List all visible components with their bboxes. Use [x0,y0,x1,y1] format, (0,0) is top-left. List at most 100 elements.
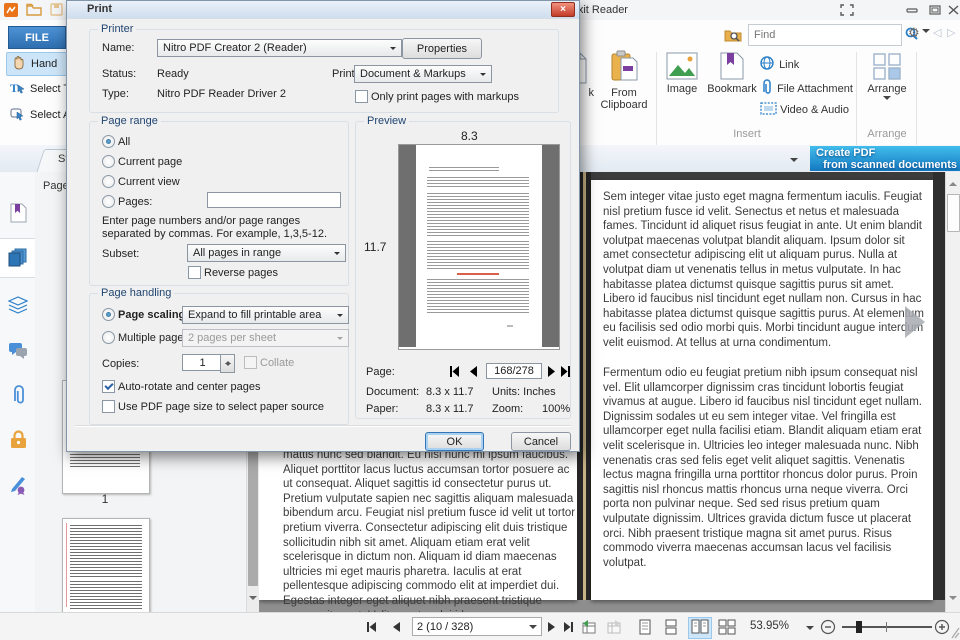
resize-grip[interactable] [951,627,960,640]
multiple-pages-radio[interactable] [102,331,115,344]
zoom-dropdown-caret[interactable] [806,626,814,634]
ribbon-item-from-clipboard[interactable]: From Clipboard [596,50,652,111]
zoom-percentage[interactable]: 53.95% [750,620,789,632]
next-page-button[interactable] [546,620,558,637]
gear-icon[interactable]: ⚙ [908,25,930,41]
forward-chevron-icon[interactable]: ▷ [947,26,955,39]
minimize-button[interactable] [905,4,919,19]
save-icon[interactable] [50,3,63,19]
back-chevron-icon[interactable]: ◁ [933,26,941,39]
single-page-view-button[interactable] [638,619,652,638]
page-thumbnail-2[interactable] [62,518,150,614]
open-file-icon[interactable] [26,3,42,19]
restore-button[interactable] [928,4,942,19]
hand-tool-label: Hand [31,58,57,70]
right-page-paragraph-2: Fermentum odio eu feugiat pretium nibh i… [603,366,925,570]
tab-list-dropdown[interactable] [790,158,798,166]
file-tab[interactable]: FILE [8,26,66,49]
ribbon-item-bookmark[interactable]: Bookmark [706,52,758,95]
scroll-up-icon[interactable] [949,178,957,186]
scroll-down-icon[interactable] [249,596,257,604]
preview-page-input[interactable] [486,363,542,379]
first-page-button[interactable] [364,620,378,637]
printer-group: Printer Name: Nitro PDF Creator 2 (Reade… [89,29,559,113]
comments-panel-icon[interactable] [7,340,29,362]
spine-edge [583,172,586,600]
pages-range-input[interactable] [207,192,341,208]
preview-zoom-label: Zoom: [492,403,523,415]
properties-button[interactable]: Properties [402,38,482,59]
print-dialog-title: Print [87,3,112,15]
ribbon-item-image[interactable]: Image [662,52,702,95]
print-dialog-titlebar[interactable]: Print × [67,1,579,19]
copies-input[interactable] [182,354,223,371]
app-logo-icon[interactable] [4,3,18,20]
bookmarks-panel-icon[interactable] [7,202,29,224]
autorotate-checkbox[interactable] [102,380,115,393]
document-scrollbar-thumb[interactable] [947,194,960,232]
pages-panel-icon[interactable] [7,246,29,268]
zoom-slider-thumb[interactable] [856,621,862,633]
ribbon-item-link[interactable]: Link [760,56,799,71]
only-markups-checkbox[interactable] [355,90,368,103]
paperclip-icon [760,79,774,95]
layers-panel-icon[interactable] [7,294,29,316]
right-page[interactable]: Sem integer vitae justo eget magna ferme… [591,180,933,600]
continuous-facing-view-button[interactable] [718,619,736,638]
preview-text-block-3 [427,241,529,269]
last-page-button[interactable] [562,620,576,637]
thumb2-red-edge [66,523,67,607]
collate-checkbox [244,356,257,369]
zoom-in-button[interactable] [934,619,950,638]
printer-name-combobox[interactable]: Nitro PDF Creator 2 (Reader) [157,39,402,57]
signature-panel-icon[interactable] [7,474,29,496]
next-page-arrow[interactable] [905,306,925,338]
facing-view-button[interactable] [688,617,712,639]
preview-next-page-button[interactable] [546,365,557,381]
find-input[interactable] [749,29,901,41]
page-number-combobox[interactable]: 2 (10 / 328) [412,617,542,636]
copies-spinner[interactable] [220,354,235,373]
page-range-group-label: Page range [98,115,161,127]
continuous-view-button[interactable] [664,619,678,638]
pdf-page-size-checkbox[interactable] [102,400,115,413]
security-panel-icon[interactable] [7,428,29,450]
range-current-page-radio[interactable] [102,155,115,168]
ribbon-item-arrange[interactable]: Arrange [864,52,910,104]
pdf-page-size-label: Use PDF page size to select paper source [118,401,324,413]
cancel-button[interactable]: Cancel [511,432,571,451]
print-dialog-close-button[interactable]: × [551,2,575,17]
range-pages-radio[interactable] [102,195,115,208]
close-window-button[interactable] [947,4,960,19]
zoom-out-button[interactable] [820,619,836,638]
range-all-radio[interactable] [102,135,115,148]
previous-view-button[interactable] [580,619,597,638]
ribbon-item-file-attachment[interactable]: File Attachment [760,79,853,95]
page-scaling-combobox[interactable]: Expand to fill printable area [182,306,349,324]
subset-value: All pages in range [193,247,281,259]
printer-type-label: Type: [102,88,129,100]
document-scrollbar[interactable] [945,172,960,612]
layout-corners-icon[interactable] [840,4,854,19]
print-what-combobox[interactable]: Document & Markups [354,65,492,83]
next-view-button[interactable] [606,619,623,638]
right-page-paragraph-1: Sem integer vitae justo eget magna ferme… [603,190,925,351]
subset-combobox[interactable]: All pages in range [187,244,346,262]
ribbon-item-video-audio[interactable]: Video & Audio [760,102,849,116]
scroll-down-icon[interactable] [949,596,957,604]
previous-page-button[interactable] [390,620,402,637]
reverse-pages-checkbox[interactable] [188,266,201,279]
preview-height-value: 11.7 [364,240,386,254]
search-folder-icon[interactable] [724,26,742,45]
range-current-view-radio[interactable] [102,175,115,188]
preview-first-page-button[interactable] [448,365,461,381]
create-pdf-banner[interactable]: Create PDF from scanned documents [810,146,960,171]
preview-previous-page-button[interactable] [468,365,479,381]
page-scaling-radio[interactable] [102,308,115,321]
ok-button[interactable]: OK [425,432,484,451]
printer-name-label: Name: [102,42,134,54]
preview-last-page-button[interactable] [559,365,572,381]
find-box[interactable] [748,24,902,46]
arrange-group-label: Arrange [860,128,914,140]
attachments-panel-icon[interactable] [7,384,29,406]
